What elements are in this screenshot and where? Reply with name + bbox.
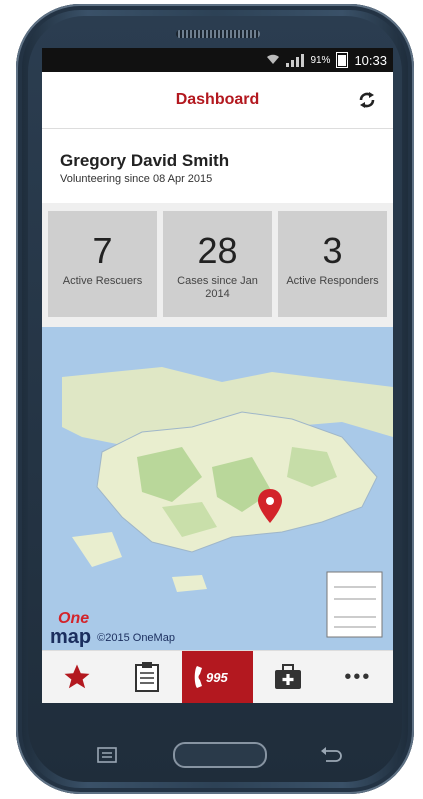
first-aid-kit-icon [274, 664, 301, 689]
phone-995-icon: 995 [194, 666, 228, 688]
stat-label: Active Responders [286, 275, 379, 287]
tab-cases[interactable] [112, 651, 182, 703]
battery-icon [336, 52, 349, 68]
tab-emergency-995[interactable]: 995 [182, 651, 253, 703]
stat-value: 7 [92, 230, 113, 271]
hw-back-button[interactable] [316, 742, 346, 768]
refresh-icon [359, 92, 375, 108]
more-icon: ••• [344, 665, 372, 688]
clipboard-icon [135, 662, 160, 692]
signal-icon [286, 53, 305, 67]
status-bar: 91% 10:33 [42, 48, 393, 72]
stat-label: Active Rescuers [62, 275, 143, 287]
singapore-map [62, 367, 393, 638]
bottom-tab-bar: 995 ••• [42, 650, 393, 703]
wifi-icon [266, 53, 280, 68]
star-icon [64, 664, 90, 689]
tab-favourites[interactable] [42, 651, 112, 703]
map-credit: One map ©2015 OneMap [50, 610, 175, 648]
stat-card-active-responders[interactable]: 3 Active Responders [278, 211, 387, 317]
hw-menu-button[interactable] [92, 742, 122, 768]
stat-card-cases[interactable]: 28 Cases since Jan 2014 [163, 211, 272, 317]
menu-icon [97, 747, 117, 763]
battery-percent: 91% [310, 54, 331, 66]
hw-home-button[interactable] [172, 742, 268, 768]
phone-speaker [176, 30, 260, 38]
user-name: Gregory David Smith [60, 151, 230, 170]
tab-first-aid[interactable] [253, 651, 323, 703]
svg-text:995: 995 [206, 670, 228, 685]
home-icon [173, 742, 267, 768]
stat-label: Cases since Jan 2014 [177, 275, 258, 300]
stats-row: 7 Active Rescuers 28 Cases since Jan 201… [42, 203, 393, 327]
onemap-logo: One map [50, 610, 92, 648]
stat-value: 28 [197, 230, 238, 271]
stat-card-active-rescuers[interactable]: 7 Active Rescuers [48, 211, 157, 317]
back-icon [321, 747, 342, 762]
refresh-button[interactable] [355, 88, 379, 112]
map-view[interactable]: One map ©2015 OneMap [42, 327, 393, 652]
app-screen: 91% 10:33 Dashboard Gregory David Smith … [42, 48, 393, 703]
profile-section: Gregory David Smith Volunteering since 0… [42, 129, 393, 203]
page-title: Dashboard [175, 91, 260, 108]
map-copyright: ©2015 OneMap [97, 632, 175, 644]
stat-value: 3 [322, 230, 343, 271]
clock: 10:33 [354, 52, 387, 68]
tab-more[interactable]: ••• [323, 651, 393, 703]
app-header: Dashboard [42, 72, 393, 129]
volunteer-since: Volunteering since 08 Apr 2015 [60, 173, 213, 185]
